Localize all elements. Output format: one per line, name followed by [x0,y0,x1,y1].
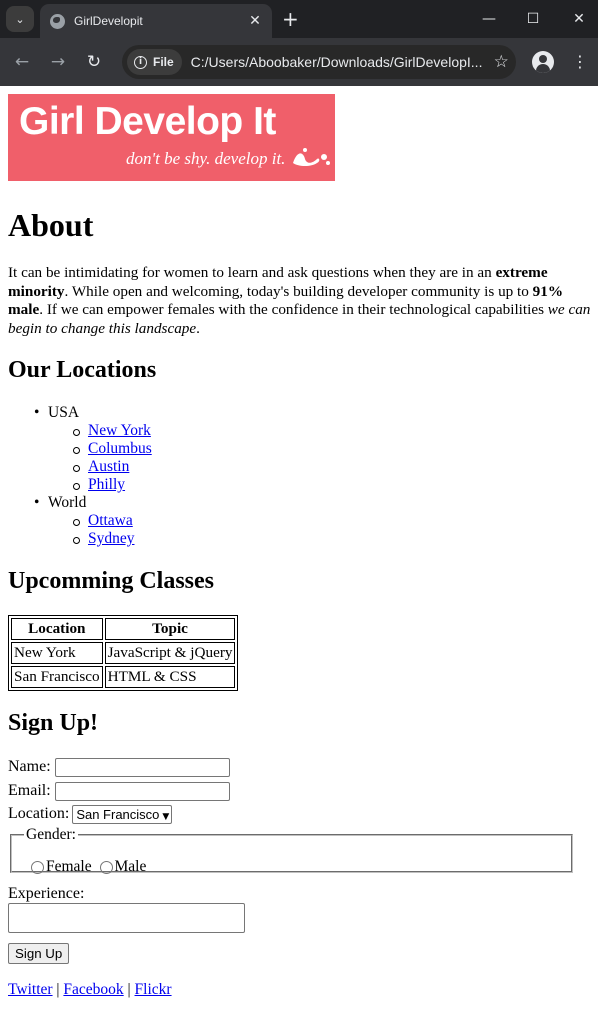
about-paragraph: It can be intimidating for women to lear… [8,264,598,338]
address-bar[interactable]: i File C:/Users/Aboobaker/Downloads/Girl… [122,45,516,79]
table-cell: HTML & CSS [104,666,236,688]
twitter-link[interactable]: Twitter [8,981,53,998]
location-link-austin[interactable]: Austin [88,458,129,475]
location-link-sydney[interactable]: Sydney [88,530,135,547]
site-info-chip[interactable]: i File [127,49,182,75]
gender-fieldset: Gender: Female Male [10,826,573,876]
female-radio[interactable] [31,860,44,874]
list-item: Ottawa [0,512,152,530]
location-link-columbus[interactable]: Columbus [88,440,152,457]
classes-table: Location Topic New York JavaScript & jQu… [8,615,239,691]
about-text-end: . [196,319,200,337]
tab-strip: ⌄ GirlDevelopit ✕ + — ☐ ✕ [0,0,598,38]
region-usa: USA [0,404,152,422]
location-link-philly[interactable]: Philly [88,476,125,493]
classes-heading: Upcomming Classes [8,568,215,594]
table-row: San Francisco HTML & CSS [11,666,236,688]
list-item: New York [0,422,152,440]
minimize-icon[interactable]: — [474,6,504,32]
male-radio[interactable] [99,860,113,874]
browser-tab[interactable]: GirlDevelopit ✕ [40,4,272,38]
globe-icon [50,13,65,29]
location-link-ottawa[interactable]: Ottawa [88,512,133,529]
email-row: Email: [8,782,230,801]
forward-arrow-icon[interactable]: → [46,50,70,74]
logo-tagline: don't be shy. develop it. [126,149,286,168]
facebook-link[interactable]: Facebook [63,981,123,998]
window-close-icon[interactable]: ✕ [564,6,594,32]
flickr-link[interactable]: Flickr [135,981,172,998]
list-item: Austin [0,458,152,476]
social-links: Twitter | Facebook | Flickr [8,981,172,999]
table-cell: San Francisco [11,666,103,688]
bookmark-star-icon[interactable]: ☆ [494,52,509,72]
page-content: Girl Develop It don't be shy. develop it… [0,86,598,1017]
table-cell: JavaScript & jQuery [104,642,236,664]
sign-up-button[interactable]: Sign Up [8,943,70,964]
about-text-3: . If we can empower females with the con… [39,301,548,318]
gender-options: Female Male [31,858,146,876]
reload-icon[interactable]: ↻ [82,50,106,74]
location-label: Location: [8,805,70,823]
locations-list: USA New York Columbus Austin Philly Worl… [0,404,152,548]
experience-textarea[interactable] [8,903,245,933]
experience-label: Experience: [8,885,85,902]
gender-legend: Gender: [26,826,76,843]
logo-wordmark: Girl Develop It [19,100,276,143]
site-info-label: File [153,55,174,69]
table-row: New York JavaScript & jQuery [11,642,236,664]
list-item: Philly [0,476,152,494]
signup-heading: Sign Up! [8,710,99,736]
about-text-2: . While open and welcoming, today's buil… [64,282,533,300]
name-label: Name: [8,758,51,776]
url-text[interactable]: C:/Users/Aboobaker/Downloads/GirlDevelop… [191,54,486,70]
table-cell: New York [11,642,103,664]
about-text-1: It can be intimidating for women to lear… [8,264,496,281]
back-arrow-icon[interactable]: ← [10,50,34,74]
email-input[interactable] [54,782,230,801]
tab-title: GirlDevelopit [74,14,143,28]
region-world: World [0,494,152,512]
location-selected-value: San Francisco [76,807,160,822]
female-label: Female [46,858,92,875]
location-link-new-york[interactable]: New York [88,422,151,439]
browser-toolbar: ← → ↻ i File C:/Users/Aboobaker/Download… [0,38,598,86]
locations-heading: Our Locations [8,357,157,383]
location-row: Location: San Francisco ▼ [8,805,173,824]
separator: | [127,981,131,998]
girl-develop-it-logo: Girl Develop It don't be shy. develop it… [8,94,335,181]
about-heading: About [8,207,94,243]
name-row: Name: [8,758,230,777]
tab-search-chevron-icon[interactable]: ⌄ [6,6,34,32]
maximize-icon[interactable]: ☐ [518,6,548,32]
column-header-location: Location [11,618,103,640]
close-tab-icon[interactable]: ✕ [244,13,266,29]
name-input[interactable] [54,758,230,777]
table-header-row: Location Topic [11,618,236,640]
splash-drops-icon [293,148,330,166]
profile-avatar-icon[interactable] [532,51,554,73]
male-label: Male [114,858,147,875]
info-icon: i [134,55,147,69]
new-tab-plus-icon[interactable]: + [282,7,299,31]
browser-chrome: ⌄ GirlDevelopit ✕ + — ☐ ✕ ← → ↻ i File C… [0,0,598,86]
column-header-topic: Topic [104,618,236,640]
kebab-menu-icon[interactable]: ⋮ [572,50,588,74]
separator: | [56,981,60,998]
list-item: Sydney [0,530,152,548]
email-label: Email: [8,782,51,800]
list-item: Columbus [0,440,152,458]
chevron-down-icon: ▼ [162,812,170,822]
location-select[interactable]: San Francisco ▼ [72,805,173,824]
